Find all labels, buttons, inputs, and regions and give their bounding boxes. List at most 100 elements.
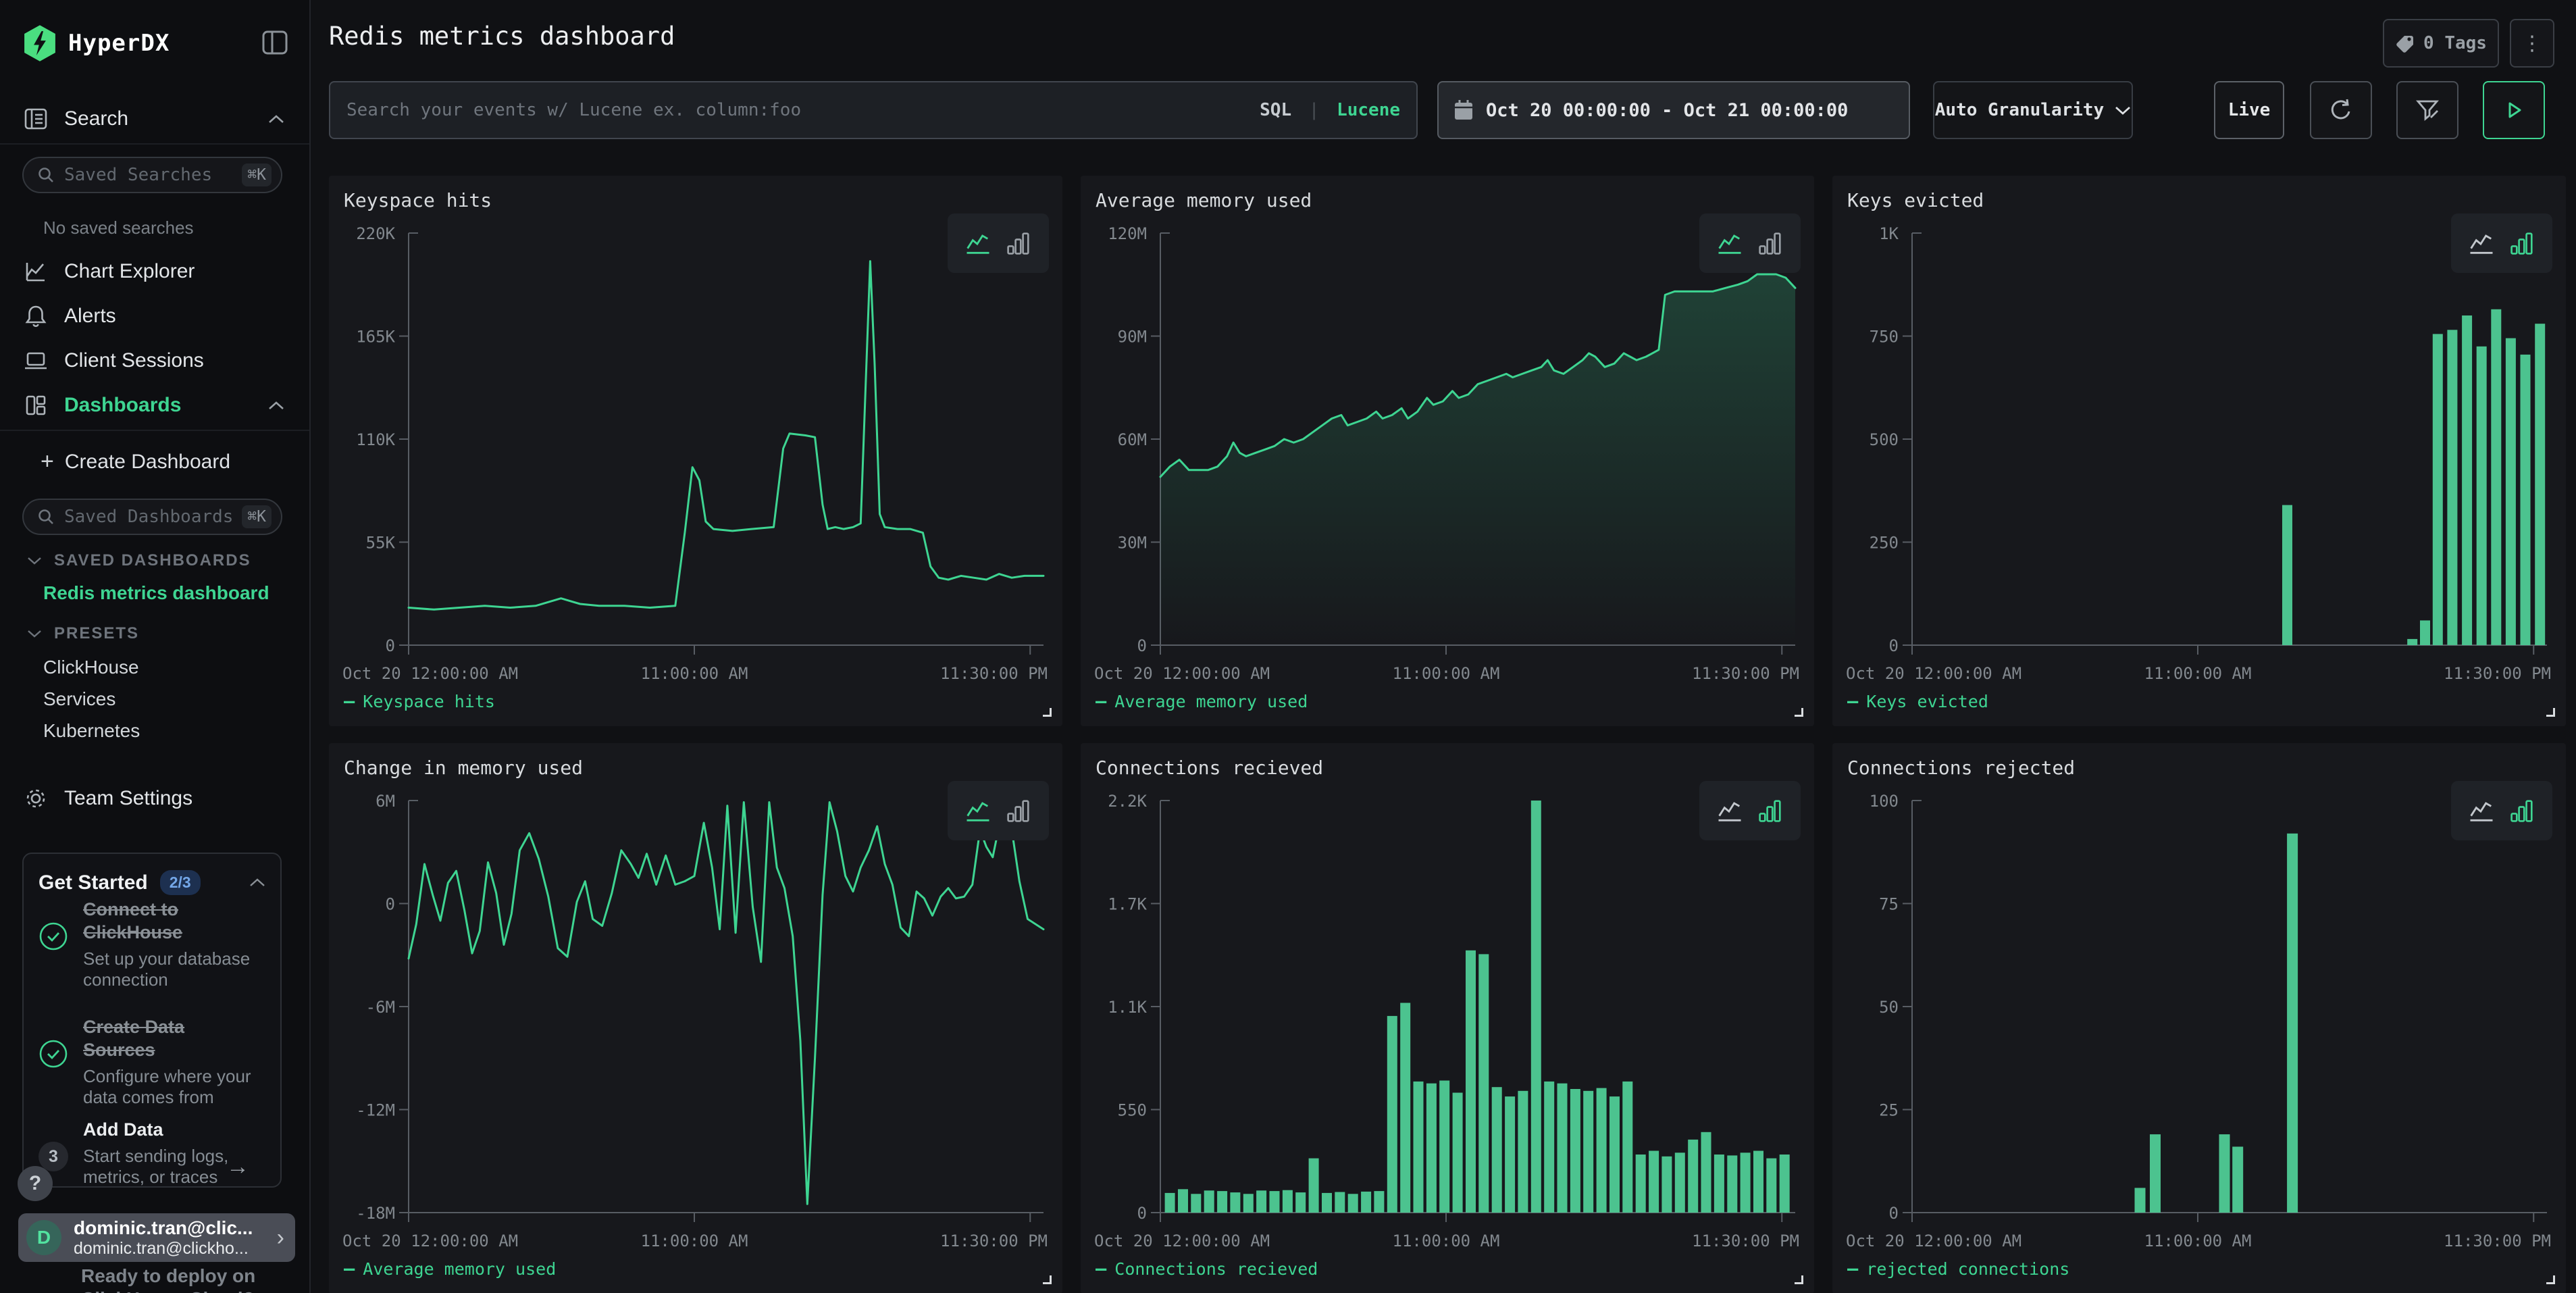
line-chart-icon[interactable] <box>2467 796 2496 826</box>
laptop-icon <box>22 347 49 374</box>
preset-clickhouse[interactable]: ClickHouse <box>43 657 139 678</box>
legend-label: Average memory used <box>1114 692 1308 711</box>
bar-chart-icon[interactable] <box>2507 796 2537 826</box>
svg-text:-18M: -18M <box>356 1204 395 1223</box>
line-chart-icon[interactable] <box>963 228 993 258</box>
sidebar-item-chart-explorer[interactable]: Chart Explorer <box>0 253 311 290</box>
resize-handle[interactable] <box>1043 708 1052 717</box>
saved-dashboard-redis[interactable]: Redis metrics dashboard <box>43 582 269 604</box>
sidebar-item-dashboards[interactable]: Dashboards <box>0 386 311 424</box>
get-started-step-add-data[interactable]: 3 Add Data Start sending logs, metrics, … <box>38 1119 268 1188</box>
search-icon <box>37 166 55 184</box>
preset-kubernetes[interactable]: Kubernetes <box>43 720 140 742</box>
lucene-toggle[interactable]: Lucene <box>1337 100 1400 120</box>
step-title: Create Data Sources <box>83 1016 252 1062</box>
user-email: dominic.tran@clickho... <box>74 1239 277 1259</box>
tags-button[interactable]: 0 Tags <box>2383 19 2499 68</box>
resize-handle[interactable] <box>2546 708 2555 717</box>
granularity-value: Auto Granularity <box>1935 100 2104 120</box>
live-button[interactable]: Live <box>2214 81 2284 139</box>
line-chart-icon[interactable] <box>2467 228 2496 258</box>
svg-text:Oct 20 12:00:00 AM: Oct 20 12:00:00 AM <box>1094 1232 1270 1250</box>
step-title: Add Data <box>83 1119 252 1142</box>
svg-text:0: 0 <box>1137 636 1147 655</box>
get-started-header[interactable]: Get Started 2/3 <box>38 870 265 895</box>
bar-chart-icon[interactable] <box>1004 796 1033 826</box>
bar-chart-icon[interactable] <box>1755 228 1785 258</box>
svg-text:60M: 60M <box>1118 430 1147 449</box>
chart-legend[interactable]: — Keyspace hits <box>344 691 495 712</box>
resize-handle[interactable] <box>1043 1275 1052 1284</box>
sidebar-item-label: Alerts <box>64 305 116 328</box>
resize-handle[interactable] <box>1795 1275 1803 1284</box>
svg-text:2.2K: 2.2K <box>1108 792 1147 811</box>
svg-text:11:00:00 AM: 11:00:00 AM <box>2144 664 2252 683</box>
chart-type-toggle <box>1699 213 1801 273</box>
chart-legend[interactable]: — Connections recieved <box>1096 1259 1318 1279</box>
chart-plot: 1K7505002500Oct 20 12:00:00 AM11:00:00 A… <box>1832 213 2566 699</box>
chart-legend[interactable]: — Keys evicted <box>1847 691 1988 712</box>
user-menu[interactable]: D dominic.tran@clic... dominic.tran@clic… <box>18 1213 295 1262</box>
help-button[interactable]: ? <box>18 1166 53 1201</box>
get-started-step-datasources[interactable]: Create Data Sources Configure where your… <box>38 1016 268 1109</box>
refresh-button[interactable] <box>2310 81 2372 139</box>
chart-legend[interactable]: — rejected connections <box>1847 1259 2069 1279</box>
brand-name: HyperDX <box>68 30 170 57</box>
play-icon <box>2502 99 2525 122</box>
saved-searches-input[interactable]: Saved Searches ⌘K <box>22 157 282 193</box>
refresh-icon <box>2327 96 2355 124</box>
sidebar-item-alerts[interactable]: Alerts <box>0 297 311 335</box>
bar-chart-icon[interactable] <box>1755 796 1785 826</box>
play-button[interactable] <box>2483 81 2545 139</box>
sidebar-item-team-settings[interactable]: Team Settings <box>0 780 311 817</box>
chart-legend[interactable]: — Average memory used <box>1096 691 1308 712</box>
svg-text:11:30:00 PM: 11:30:00 PM <box>2444 664 2551 683</box>
query-language-toggle[interactable]: SQL | Lucene <box>1260 100 1400 120</box>
sidebar-item-label: Search <box>64 107 128 130</box>
resize-handle[interactable] <box>2546 1275 2555 1284</box>
filter-button[interactable] <box>2396 81 2458 139</box>
bar-chart-icon[interactable] <box>1004 228 1033 258</box>
bar-chart-icon[interactable] <box>2507 228 2537 258</box>
line-chart-icon[interactable] <box>1715 228 1745 258</box>
resize-handle[interactable] <box>1795 708 1803 717</box>
sql-toggle[interactable]: SQL <box>1260 100 1291 120</box>
get-started-step-connect[interactable]: Connect to ClickHouse Set up your databa… <box>38 898 268 991</box>
chart-type-toggle <box>948 213 1049 273</box>
avatar: D <box>26 1220 61 1255</box>
line-chart-icon[interactable] <box>1715 796 1745 826</box>
legend-label: rejected connections <box>1866 1259 2069 1279</box>
legend-marker: — <box>344 1259 355 1279</box>
chart-title: Connections recieved <box>1096 757 1323 779</box>
sidebar-collapse-icon[interactable] <box>261 30 288 55</box>
date-range-picker[interactable]: Oct 20 00:00:00 - Oct 21 00:00:00 <box>1437 81 1910 139</box>
legend-marker: — <box>1096 1259 1106 1279</box>
promo-line2: ClickHouse Cloud? <box>81 1288 255 1293</box>
chart-legend[interactable]: — Average memory used <box>344 1259 556 1279</box>
svg-text:750: 750 <box>1870 328 1899 347</box>
chart-type-toggle <box>948 781 1049 840</box>
event-search-input[interactable]: Search your events w/ Lucene ex. column:… <box>329 81 1418 139</box>
sidebar-item-search[interactable]: Search <box>0 100 311 138</box>
svg-text:120M: 120M <box>1108 224 1147 243</box>
svg-text:Oct 20 12:00:00 AM: Oct 20 12:00:00 AM <box>1846 664 2021 683</box>
chart-title: Keyspace hits <box>344 189 492 211</box>
brand-row: HyperDX <box>22 24 288 62</box>
saved-dashboards-input[interactable]: Saved Dashboards ⌘K <box>22 499 282 535</box>
line-chart-icon[interactable] <box>963 796 993 826</box>
svg-text:11:00:00 AM: 11:00:00 AM <box>1393 664 1500 683</box>
svg-text:-12M: -12M <box>356 1101 395 1120</box>
more-menu-button[interactable]: ⋮ <box>2510 19 2554 68</box>
legend-label: Keys evicted <box>1866 692 1988 711</box>
granularity-select[interactable]: Auto Granularity <box>1933 81 2133 139</box>
section-saved-dashboards[interactable]: SAVED DASHBOARDS <box>27 551 251 570</box>
create-dashboard-button[interactable]: + Create Dashboard <box>41 449 230 475</box>
sidebar-item-client-sessions[interactable]: Client Sessions <box>0 342 311 380</box>
search-results-icon <box>22 105 49 132</box>
chevron-up-icon <box>267 113 285 124</box>
section-presets[interactable]: PRESETS <box>27 624 139 643</box>
preset-services[interactable]: Services <box>43 688 115 710</box>
live-button-label: Live <box>2228 100 2271 120</box>
svg-text:500: 500 <box>1870 430 1899 449</box>
svg-text:220K: 220K <box>356 224 395 243</box>
